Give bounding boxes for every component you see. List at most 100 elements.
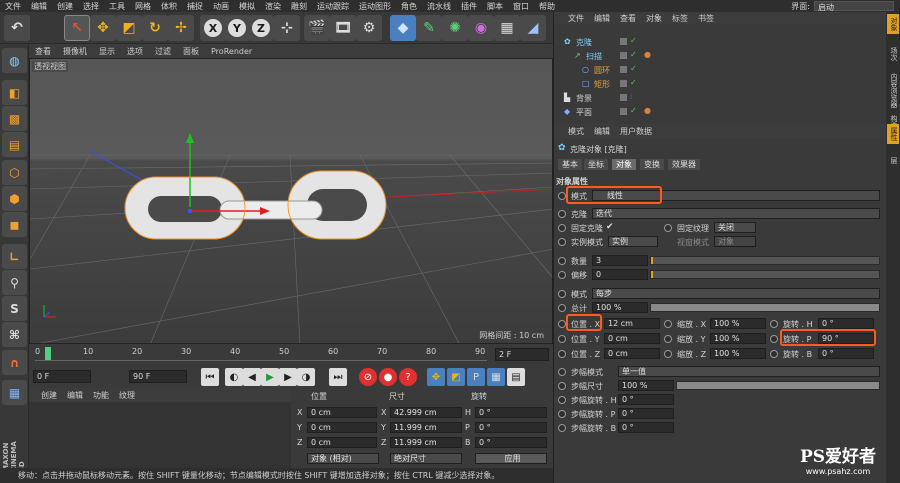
objmgr-menu-object[interactable]: 对象 (646, 13, 662, 24)
menu-render[interactable]: 渲染 (260, 1, 286, 12)
step-rot-h-radio[interactable] (558, 396, 566, 404)
clone-rot-h-field[interactable]: 0 ° (818, 318, 874, 329)
pos-y-field[interactable]: 0 cm (307, 422, 377, 433)
objmgr-menu-tags[interactable]: 标签 (672, 13, 688, 24)
enabled-check-icon[interactable]: ✓ (630, 64, 637, 73)
move-key-icon[interactable]: ✥ (427, 368, 445, 386)
viewport-menu-panel[interactable]: 面板 (177, 46, 205, 57)
objmgr-menu-view[interactable]: 查看 (620, 13, 636, 24)
object-row[interactable]: □ 矩形 ✓ (554, 78, 887, 91)
menu-pipeline[interactable]: 流水线 (422, 1, 456, 12)
render-view-icon[interactable]: 🎬 (304, 15, 330, 41)
material-menu-edit[interactable]: 编辑 (67, 390, 83, 401)
fix-clone-radio[interactable] (558, 224, 566, 232)
clone-scale-y-field[interactable]: 100 % (710, 333, 766, 344)
step-rot-b-radio[interactable] (558, 424, 566, 432)
live-select-icon[interactable]: ↖ (64, 15, 90, 41)
offset-field[interactable]: 0 (592, 269, 648, 280)
workplane-icon[interactable]: ▤ (2, 132, 27, 157)
material-menu-texture[interactable]: 纹理 (119, 390, 135, 401)
attr-menu-mode[interactable]: 模式 (568, 126, 584, 137)
scene-icon[interactable]: ◢ (520, 15, 546, 41)
edges-mode-icon[interactable]: ⬢ (2, 186, 27, 211)
clone-pos-z-field[interactable]: 0 cm (604, 348, 660, 359)
clone-pos-x-field[interactable]: 12 cm (604, 318, 660, 329)
menu-sculpt[interactable]: 雕刻 (286, 1, 312, 12)
offset-slider[interactable] (650, 270, 880, 279)
tab-layers[interactable]: 层 (887, 154, 899, 167)
size-x-field[interactable]: 42.999 cm (390, 407, 462, 418)
render-picture-icon[interactable]: 🎞 (330, 15, 356, 41)
viewport-menu-camera[interactable]: 摄像机 (57, 46, 93, 57)
tab-object[interactable]: 对象 (612, 159, 636, 170)
count-radio[interactable] (558, 257, 566, 265)
mode2-radio[interactable] (558, 290, 566, 298)
viewport-mode-select[interactable]: 对象 (714, 236, 756, 247)
apply-button[interactable]: 应用 (475, 453, 547, 464)
tab-transform[interactable]: 变换 (640, 159, 664, 170)
menu-window[interactable]: 窗口 (508, 1, 534, 12)
step-rot-p-radio[interactable] (558, 410, 566, 418)
grid-icon[interactable]: ▦ (2, 380, 27, 405)
viewport-menu-filter[interactable]: 过滤 (149, 46, 177, 57)
rot-b-radio[interactable] (770, 350, 778, 358)
tab-coord[interactable]: 坐标 (584, 159, 608, 170)
count-slider[interactable] (650, 256, 880, 265)
size-y-field[interactable]: 11.999 cm (390, 422, 462, 433)
tab-attributes[interactable]: 属性 (887, 124, 899, 144)
object-row[interactable]: ↗ 扫描 ✓ ● (554, 50, 887, 63)
coordinate-system-icon[interactable]: ⊹ (274, 15, 300, 41)
scale-key-icon[interactable]: ◩ (447, 368, 465, 386)
playhead[interactable] (45, 347, 51, 360)
menu-animate[interactable]: 动画 (208, 1, 234, 12)
prev-key-icon[interactable]: ◐ (225, 368, 243, 386)
next-key-icon[interactable]: ◑ (297, 368, 315, 386)
auto-key-icon[interactable]: ● (379, 368, 397, 386)
menu-file[interactable]: 文件 (0, 1, 26, 12)
tab-basic[interactable]: 基本 (558, 159, 582, 170)
go-start-icon[interactable]: ⏮ (201, 368, 219, 386)
end-frame-field[interactable]: 90 F (129, 370, 187, 383)
points-mode-icon[interactable]: ⬡ (2, 160, 27, 185)
menu-tools[interactable]: 工具 (104, 1, 130, 12)
prev-frame-icon[interactable]: ◀ (243, 368, 261, 386)
enabled-check-icon[interactable]: ✓ (630, 36, 637, 45)
count-field[interactable]: 3 (592, 255, 648, 266)
layout-select[interactable]: 启动 (814, 1, 894, 12)
next-frame-icon[interactable]: ▶ (279, 368, 297, 386)
param-key-icon[interactable]: P (467, 368, 485, 386)
workplane-lock-icon[interactable]: ⌘ (2, 322, 27, 347)
viewport-menu-view[interactable]: 查看 (29, 46, 57, 57)
tab-takes[interactable]: 场次 (887, 44, 899, 64)
clone-rot-b-field[interactable]: 0 ° (818, 348, 874, 359)
rot-h-radio[interactable] (770, 320, 778, 328)
fix-clone-check-icon[interactable]: ✔ (606, 222, 614, 232)
rot-h-field[interactable]: 0 ° (475, 407, 547, 418)
menu-motion-tracking[interactable]: 运动跟踪 (312, 1, 354, 12)
step-size-radio[interactable] (558, 382, 566, 390)
enabled-check-icon[interactable]: ✓ (630, 78, 637, 87)
model-mode-icon[interactable]: ◧ (2, 80, 27, 105)
menu-character[interactable]: 角色 (396, 1, 422, 12)
menu-help[interactable]: 帮助 (534, 1, 560, 12)
clone-scale-x-field[interactable]: 100 % (710, 318, 766, 329)
pos-x-radio[interactable] (558, 320, 566, 328)
offset-radio[interactable] (558, 271, 566, 279)
visibility-toggle[interactable] (620, 108, 627, 115)
step-rot-h-field[interactable]: 0 ° (618, 394, 674, 405)
grid-key-icon[interactable]: ▦ (487, 368, 505, 386)
menu-snap[interactable]: 捕捉 (182, 1, 208, 12)
go-end-icon[interactable]: ⏭ (329, 368, 347, 386)
rot-p-field[interactable]: 0 ° (475, 422, 547, 433)
visibility-toggle[interactable] (620, 80, 627, 87)
clone-radio[interactable] (558, 210, 566, 218)
step-rot-b-field[interactable]: 0 ° (618, 422, 674, 433)
axis-mode-icon[interactable]: ∟ (2, 244, 27, 269)
visibility-toggle[interactable] (620, 94, 627, 101)
scale-icon[interactable]: ◩ (116, 15, 142, 41)
viewport-menu-display[interactable]: 显示 (93, 46, 121, 57)
rot-p-radio[interactable] (770, 335, 778, 343)
play-icon[interactable]: ▶ (261, 368, 279, 386)
magnet-icon[interactable]: ∩ (2, 350, 27, 375)
y-axis-icon[interactable]: Y (224, 15, 250, 41)
